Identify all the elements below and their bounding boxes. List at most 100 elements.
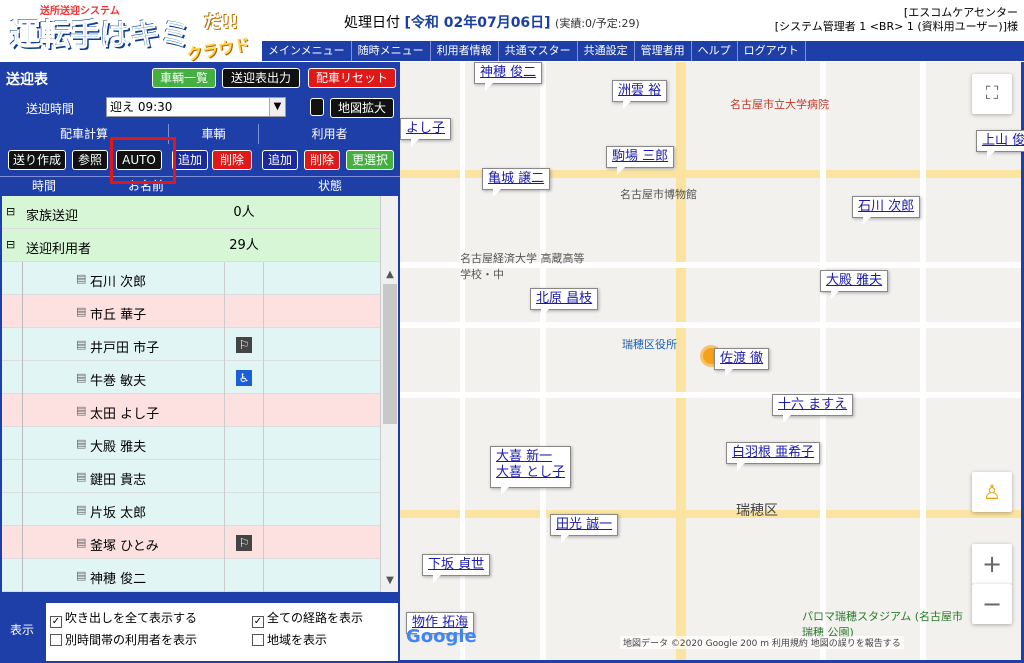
user-status-cell — [224, 559, 264, 592]
user-name: 大殿 雅夫 — [90, 440, 147, 455]
table-row[interactable]: ▤ 市丘 華子 — [2, 295, 380, 328]
map-label-hospital: 名古屋市立大学病院 — [730, 98, 829, 111]
google-logo: Google — [406, 626, 477, 647]
vehicle-delete-button[interactable]: 削除 — [212, 150, 252, 170]
table-row[interactable]: ▤ 大殿 雅夫 — [2, 427, 380, 460]
map-balloon[interactable]: 洲雲 裕 — [612, 80, 668, 109]
table-row[interactable]: ▤ 井戸田 市子 ⚐ — [2, 328, 380, 361]
table-row[interactable]: ▤ 釜塚 ひとみ ⚐ — [2, 526, 380, 559]
vehicle-add-button[interactable]: 追加 — [172, 150, 208, 170]
app-logo: 送所送迎システム 運転手はキミ だ!! クラウド — [4, 2, 258, 64]
menu-help[interactable]: ヘルプ — [692, 41, 738, 61]
map-zoom-button[interactable]: 地図拡大 — [330, 98, 394, 118]
show-all-balloons-checkbox[interactable]: ✓ 吹き出しを全て表示する — [50, 609, 197, 628]
map-balloon[interactable]: 大殿 雅夫 — [820, 270, 889, 299]
list-scrollbar[interactable]: ▲ ▼ — [380, 196, 398, 592]
proc-date: [令和 02年07月06日] — [404, 15, 551, 31]
org-line2: [システム管理者 1 <BR> 1 (資料用ユーザー)]様 — [774, 20, 1018, 33]
app-header: 送所送迎システム 運転手はキミ だ!! クラウド 処理日付 [令和 02年07月… — [0, 0, 1024, 64]
change-select-button[interactable]: 更選択 — [346, 150, 394, 170]
show-area-checkbox[interactable]: 地域を表示 — [252, 631, 327, 648]
document-icon: ▤ — [76, 470, 87, 483]
reference-button[interactable]: 参照 — [72, 150, 108, 170]
map-balloon[interactable]: 北原 昌枝 — [530, 288, 599, 317]
map-balloon-multi[interactable]: 大喜 新一 大喜 とし子 — [490, 446, 572, 495]
table-row[interactable]: ▤ 鍵田 貴志 — [2, 460, 380, 493]
document-icon: ▤ — [76, 371, 87, 384]
map-balloon[interactable]: 十六 ますえ — [772, 394, 854, 423]
map-balloon[interactable]: 亀城 譲二 — [482, 168, 551, 197]
collapse-icon[interactable]: ⊟ — [6, 205, 15, 218]
table-row[interactable]: ▤ 神穂 俊二 — [2, 559, 380, 592]
user-delete-button[interactable]: 削除 — [304, 150, 340, 170]
map-balloon[interactable]: 佐渡 徹 — [714, 348, 770, 377]
map-balloon[interactable]: 上山 俊 — [976, 130, 1024, 159]
toggle-button[interactable] — [310, 98, 324, 116]
zoom-in-icon[interactable]: + — [972, 544, 1012, 584]
create-send-button[interactable]: 送り作成 — [8, 150, 66, 170]
road — [920, 62, 926, 660]
map-balloon[interactable]: よし子 — [400, 118, 452, 147]
table-row[interactable]: ▤ 石川 次郎 — [2, 262, 380, 295]
display-options: 表示 ✓ 吹き出しを全て表示する ✓ 全ての経路を表示 別時間帯の利用者を表示 地域… — [0, 601, 400, 663]
row-divider — [22, 427, 23, 460]
user-status-cell — [224, 460, 264, 493]
schedule-panel: 送迎表 車輌一覧 送迎表出力 配車リセット 送迎時間 迎え 09:30 ▼ 地図… — [0, 62, 400, 663]
opt4-label: 地域を表示 — [267, 633, 328, 647]
logo-da: だ!! — [204, 12, 239, 33]
google-text: Google — [406, 626, 477, 647]
menu-settings[interactable]: 共通設定 — [578, 41, 635, 61]
user-add-button[interactable]: 追加 — [262, 150, 298, 170]
group-row-family[interactable]: ⊟ 家族送迎 0人 — [2, 196, 380, 229]
menu-master[interactable]: 共通マスター — [499, 41, 578, 61]
scroll-thumb[interactable] — [383, 284, 397, 424]
table-row[interactable]: ▤ 太田 よし子 — [2, 394, 380, 427]
scroll-up-icon[interactable]: ▲ — [381, 266, 399, 284]
check-icon: ✓ — [252, 616, 264, 628]
scroll-down-icon[interactable]: ▼ — [381, 572, 399, 590]
user-name: 太田 よし子 — [90, 407, 160, 422]
map-balloon[interactable]: 白羽根 亜希子 — [726, 442, 821, 471]
road — [676, 62, 686, 660]
user-status-cell: ♿ — [224, 361, 264, 394]
group-name: 家族送迎 — [26, 209, 79, 224]
collapse-icon[interactable]: ⊟ — [6, 238, 15, 251]
road — [400, 392, 1021, 398]
fullscreen-icon[interactable]: ⛶ — [972, 74, 1012, 114]
vehicle-list-button[interactable]: 車輌一覧 — [152, 68, 216, 88]
user-name: 片坂 太郎 — [90, 506, 147, 521]
group-name: 送迎利用者 — [26, 242, 92, 257]
time-select-value: 迎え 09:30 — [110, 100, 173, 114]
time-row: 送迎時間 迎え 09:30 ▼ 地図拡大 — [0, 94, 400, 120]
map-balloon[interactable]: 田光 誠一 — [550, 514, 619, 543]
output-schedule-button[interactable]: 送迎表出力 — [222, 68, 300, 88]
logo-title: 運転手はキミ — [10, 18, 191, 54]
menu-adhoc[interactable]: 随時メニュー — [352, 41, 431, 61]
menu-main[interactable]: メインメニュー — [262, 41, 352, 61]
menu-userinfo[interactable]: 利用者情報 — [431, 41, 499, 61]
show-other-times-checkbox[interactable]: 別時間帯の利用者を表示 — [50, 631, 197, 648]
show-all-routes-checkbox[interactable]: ✓ 全ての経路を表示 — [252, 609, 363, 628]
map-balloon[interactable]: 石川 次郎 — [852, 196, 921, 225]
menu-admin[interactable]: 管理者用 — [635, 41, 692, 61]
zoom-out-icon[interactable]: − — [972, 584, 1012, 624]
table-header: 時間 お名前 状態 — [0, 176, 400, 196]
table-row[interactable]: ▤ 片坂 太郎 — [2, 493, 380, 526]
map-balloon[interactable]: 駒場 三郎 — [606, 146, 675, 175]
time-select[interactable]: 迎え 09:30 ▼ — [106, 97, 286, 117]
user-status-cell: ⚐ — [224, 328, 264, 361]
user-name: 神穂 俊二 — [90, 572, 147, 587]
dispatch-reset-button[interactable]: 配車リセット — [308, 68, 396, 88]
row-divider — [22, 394, 23, 427]
street-view-icon[interactable]: ♙ — [972, 472, 1012, 512]
group-row-users[interactable]: ⊟ 送迎利用者 29人 — [2, 229, 380, 262]
map-balloon[interactable]: 下坂 貞世 — [422, 554, 491, 583]
map-attribution[interactable]: 地図データ ©2020 Google 200 m 利用規約 地図の誤りを報告する — [620, 636, 904, 649]
map-balloon[interactable]: 神穂 俊二 — [474, 62, 543, 91]
walker-icon: ⚐ — [236, 336, 252, 353]
logo-cloud: クラウド — [185, 34, 252, 65]
menu-logout[interactable]: ログアウト — [738, 41, 806, 61]
row-divider — [22, 493, 23, 526]
table-row[interactable]: ▤ 牛巻 敏夫 ♿ — [2, 361, 380, 394]
document-icon: ▤ — [76, 536, 87, 549]
